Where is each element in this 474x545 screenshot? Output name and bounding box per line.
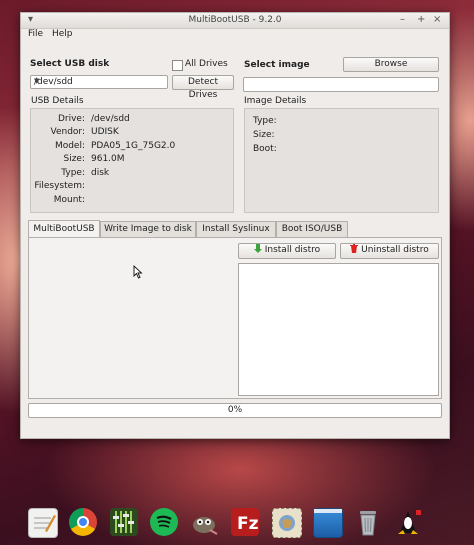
menu-file[interactable]: File (28, 29, 43, 39)
usb-detail-label: Mount: (53, 195, 85, 205)
spotify-icon[interactable] (150, 508, 178, 536)
desktop-icon[interactable] (313, 508, 343, 538)
distro-list[interactable] (238, 263, 439, 396)
usb-details-panel: Drive: /dev/sdd Vendor: UDISK Model: PDA… (30, 108, 234, 213)
usb-detail-label: Size: (63, 154, 85, 164)
usb-detail-value: disk (91, 168, 110, 178)
maximize-button[interactable]: + (417, 14, 425, 26)
usb-detail-value: PDA05_1G_75G2.0 (91, 141, 176, 151)
main-window: ▾ MultiBootUSB - 9.2.0 – + × File Help S… (20, 12, 450, 439)
mouse-cursor-icon (133, 265, 143, 279)
gimp-icon[interactable] (190, 508, 218, 536)
chrome-icon[interactable] (69, 508, 97, 536)
image-detail-label: Type: (253, 116, 277, 126)
usb-detail-label: Model: (54, 141, 85, 151)
trash-icon (350, 244, 359, 253)
detect-drives-button[interactable]: Detect Drives (172, 75, 234, 100)
browse-button[interactable]: Browse (343, 57, 439, 72)
minimize-button[interactable]: – (400, 14, 405, 26)
image-details-panel: Type: Size: Boot: (244, 108, 439, 213)
install-distro-button[interactable]: Install distro (238, 243, 336, 259)
image-detail-label: Boot: (253, 144, 277, 154)
multibootusb-tab-panel: Install distro Uninstall distro (28, 237, 442, 399)
usb-detail-label: Vendor: (50, 127, 86, 137)
usb-detail-value: /dev/sdd (91, 114, 130, 124)
multibootusb-icon[interactable] (394, 508, 422, 536)
title-bar[interactable]: ▾ MultiBootUSB - 9.2.0 – + × (21, 13, 449, 29)
menu-help[interactable]: Help (52, 29, 73, 39)
filezilla-icon[interactable]: Fz (231, 508, 259, 536)
usb-details-heading: USB Details (31, 96, 84, 106)
menu-bar: File Help (21, 28, 449, 41)
mail-stamp-icon[interactable] (272, 508, 302, 538)
usb-detail-value: UDISK (91, 127, 119, 137)
trash-icon[interactable] (354, 508, 382, 536)
usb-detail-label: Filesystem: (34, 181, 85, 191)
usb-detail-label: Drive: (57, 114, 85, 124)
dock: Fz (0, 500, 474, 545)
chevron-down-icon: ▼ (34, 77, 40, 85)
text-editor-icon[interactable] (28, 508, 58, 538)
image-detail-label: Size: (253, 130, 275, 140)
image-details-heading: Image Details (244, 96, 307, 106)
all-drives-label: All Drives (185, 59, 228, 69)
svg-text:Fz: Fz (237, 514, 259, 534)
usb-detail-label: Type: (61, 168, 85, 178)
usb-detail-value: 961.0M (91, 154, 125, 164)
mixer-icon[interactable] (110, 508, 138, 536)
image-path-input[interactable] (243, 77, 439, 92)
usb-disk-dropdown[interactable]: /dev/sdd ▼ (30, 75, 168, 89)
select-image-heading: Select image (244, 60, 310, 70)
green-down-arrow-icon (253, 244, 262, 253)
close-button[interactable]: × (433, 14, 441, 26)
uninstall-distro-button[interactable]: Uninstall distro (340, 243, 439, 259)
uninstall-distro-label: Uninstall distro (361, 245, 429, 255)
install-distro-label: Install distro (264, 245, 321, 255)
select-usb-heading: Select USB disk (30, 59, 110, 69)
all-drives-checkbox[interactable] (172, 60, 183, 71)
window-title: MultiBootUSB - 9.2.0 (188, 15, 282, 25)
progress-bar: 0% (28, 403, 442, 418)
tab-multibootusb[interactable]: MultiBootUSB (28, 220, 100, 238)
tab-install-syslinux[interactable]: Install Syslinux (196, 221, 276, 237)
tab-boot-iso-usb[interactable]: Boot ISO/USB (276, 221, 348, 237)
tab-write-image[interactable]: Write Image to disk (100, 221, 196, 237)
